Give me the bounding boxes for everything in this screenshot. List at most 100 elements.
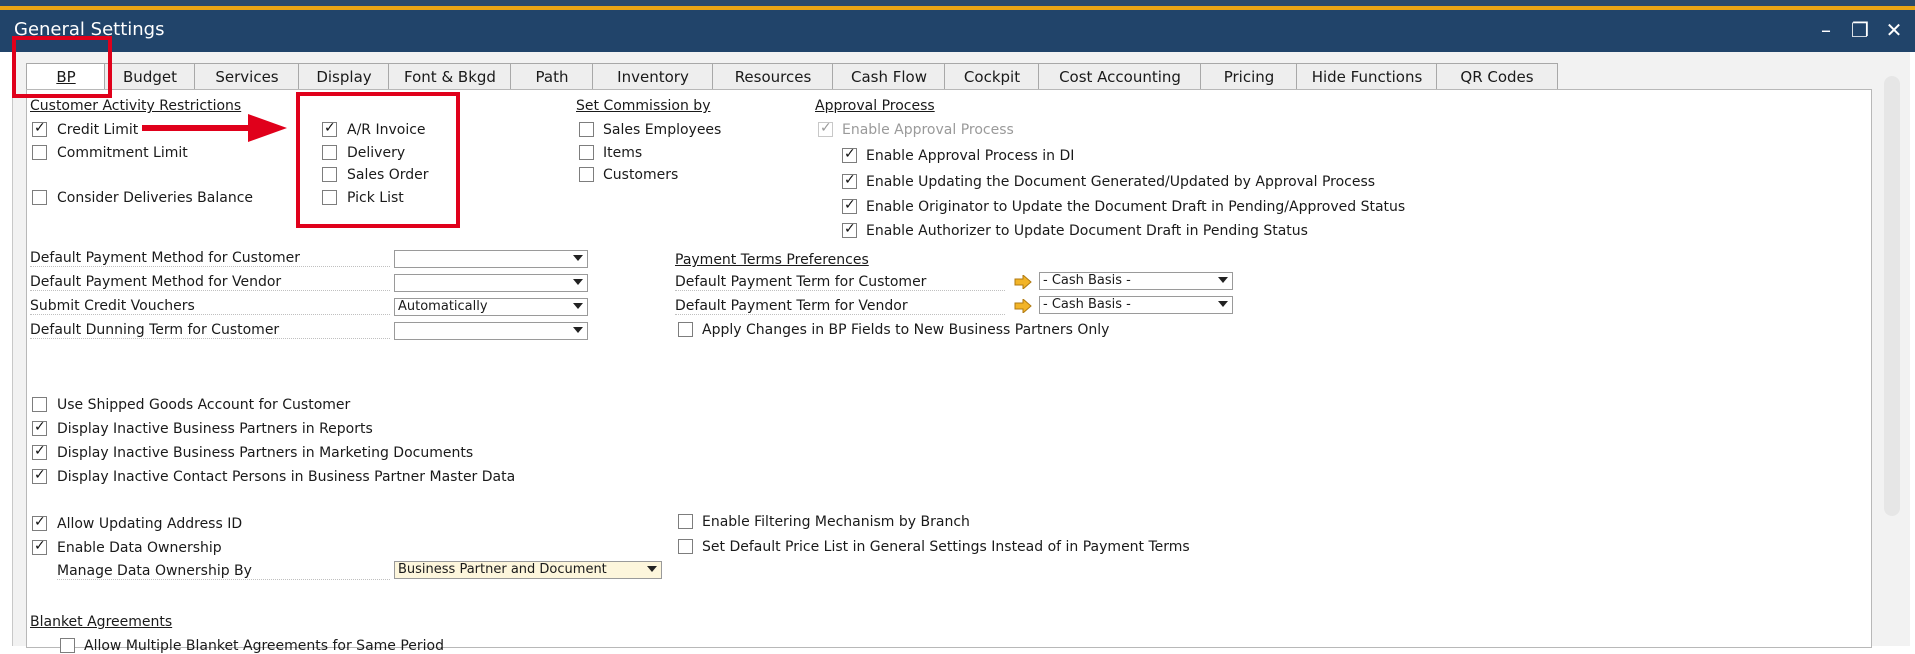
items-checkbox[interactable]: [579, 145, 594, 160]
payment-terms-heading: Payment Terms Preferences: [675, 252, 869, 268]
credit-vouchers-label: Submit Credit Vouchers: [30, 298, 390, 315]
vendor-payment-method-dropdown[interactable]: [394, 274, 588, 292]
tab-label: Pricing: [1223, 68, 1275, 86]
customer-payment-method-label: Default Payment Method for Customer: [30, 250, 390, 267]
documents-highlight-box: [296, 92, 460, 228]
inactive-contacts-label: Display Inactive Contact Persons in Busi…: [57, 469, 516, 485]
sales-employees-label: Sales Employees: [603, 122, 722, 138]
dunning-term-label: Default Dunning Term for Customer: [30, 322, 390, 339]
bp-tab-highlight-box: [12, 36, 112, 98]
data-ownership-checkbox[interactable]: [32, 538, 47, 555]
commitment-limit-label: Commitment Limit: [57, 145, 188, 161]
tab-hide-functions[interactable]: Hide Functions: [1296, 63, 1438, 90]
consider-deliveries-label: Consider Deliveries Balance: [57, 190, 254, 206]
tab-inventory[interactable]: Inventory: [592, 63, 714, 90]
authorizer-update-checkbox[interactable]: [842, 221, 857, 238]
tab-label: Resources: [734, 68, 812, 86]
tab-label: Display: [316, 68, 372, 86]
shipped-goods-label: Use Shipped Goods Account for Customer: [57, 397, 351, 413]
consider-deliveries-checkbox[interactable]: [32, 190, 47, 205]
authorizer-update-label: Enable Authorizer to Update Document Dra…: [866, 223, 1308, 239]
approval-di-label: Enable Approval Process in DI: [866, 148, 1075, 164]
updating-document-checkbox[interactable]: [842, 172, 857, 189]
tab-cockpit[interactable]: Cockpit: [944, 63, 1040, 90]
tab-services[interactable]: Services: [194, 63, 300, 90]
link-arrow-icon[interactable]: [1014, 299, 1032, 313]
tab-label: Budget: [123, 68, 177, 86]
tab-display[interactable]: Display: [298, 63, 390, 90]
link-arrow-icon[interactable]: [1014, 275, 1032, 289]
dunning-term-dropdown[interactable]: [394, 322, 588, 340]
filtering-branch-label: Enable Filtering Mechanism by Branch: [702, 514, 970, 530]
tab-path[interactable]: Path: [510, 63, 594, 90]
inactive-reports-label: Display Inactive Business Partners in Re…: [57, 421, 373, 437]
tab-label: Cost Accounting: [1059, 68, 1181, 86]
chevron-down-icon: [1218, 301, 1228, 307]
vendor-payment-method-label: Default Payment Method for Vendor: [30, 274, 390, 291]
sales-employees-checkbox[interactable]: [579, 122, 594, 137]
dropdown-value: - Cash Basis -: [1043, 273, 1131, 288]
dropdown-value: Business Partner and Document: [398, 562, 607, 577]
inactive-reports-checkbox[interactable]: [32, 419, 47, 436]
approval-heading: Approval Process: [815, 98, 935, 114]
tab-pricing[interactable]: Pricing: [1200, 63, 1298, 90]
customer-payment-term-dropdown[interactable]: - Cash Basis -: [1039, 272, 1233, 290]
chevron-down-icon: [1218, 277, 1228, 283]
customers-checkbox[interactable]: [579, 167, 594, 182]
credit-limit-label: Credit Limit: [57, 122, 139, 138]
dropdown-value: Automatically: [398, 299, 488, 314]
address-id-checkbox[interactable]: [32, 514, 47, 531]
originator-update-checkbox[interactable]: [842, 197, 857, 214]
multiple-blanket-label: Allow Multiple Blanket Agreements for Sa…: [84, 638, 445, 654]
default-price-list-checkbox[interactable]: [678, 539, 693, 554]
dropdown-value: - Cash Basis -: [1043, 297, 1131, 312]
red-pointer-arrow-icon: [142, 114, 287, 142]
customer-payment-term-label: Default Payment Term for Customer: [675, 274, 1005, 291]
tab-font-bkgd[interactable]: Font & Bkgd: [388, 63, 512, 90]
inactive-contacts-checkbox[interactable]: [32, 467, 47, 484]
tab-label: Hide Functions: [1311, 68, 1423, 86]
items-label: Items: [603, 145, 643, 161]
commitment-limit-checkbox[interactable]: [32, 145, 47, 160]
filtering-branch-checkbox[interactable]: [678, 514, 693, 529]
close-icon[interactable]: ✕: [1880, 16, 1908, 44]
chevron-down-icon: [647, 566, 657, 572]
credit-vouchers-dropdown[interactable]: Automatically: [394, 298, 588, 316]
restore-icon[interactable]: ❐: [1846, 16, 1874, 44]
tab-label: Services: [215, 68, 279, 86]
tab-label: Cash Flow: [851, 68, 927, 86]
chevron-down-icon: [573, 279, 583, 285]
tab-resources[interactable]: Resources: [712, 63, 834, 90]
updating-document-label: Enable Updating the Document Generated/U…: [866, 174, 1376, 190]
vendor-payment-term-label: Default Payment Term for Vendor: [675, 298, 1005, 315]
window-titlebar[interactable]: General Settings – ❐ ✕: [0, 10, 1915, 52]
inactive-marketing-label: Display Inactive Business Partners in Ma…: [57, 445, 474, 461]
tab-label: Cockpit: [963, 68, 1021, 86]
enable-approval-label: Enable Approval Process: [842, 122, 1014, 138]
enable-approval-checkbox: [818, 120, 833, 137]
default-price-list-label: Set Default Price List in General Settin…: [702, 539, 1190, 555]
vendor-payment-term-dropdown[interactable]: - Cash Basis -: [1039, 296, 1233, 314]
shipped-goods-checkbox[interactable]: [32, 397, 47, 412]
manage-ownership-dropdown[interactable]: Business Partner and Document: [394, 561, 662, 579]
credit-limit-checkbox[interactable]: [32, 120, 47, 137]
address-id-label: Allow Updating Address ID: [57, 516, 243, 532]
inactive-marketing-checkbox[interactable]: [32, 443, 47, 460]
manage-ownership-label: Manage Data Ownership By: [57, 563, 390, 580]
apply-changes-checkbox[interactable]: [678, 322, 693, 337]
approval-di-checkbox[interactable]: [842, 146, 857, 163]
customers-label: Customers: [603, 167, 679, 183]
tab-budget[interactable]: Budget: [104, 63, 196, 90]
commission-heading: Set Commission by: [576, 98, 711, 114]
blanket-agreements-heading: Blanket Agreements: [30, 614, 173, 630]
customer-payment-method-dropdown[interactable]: [394, 250, 588, 268]
chevron-down-icon: [573, 303, 583, 309]
tab-cash-flow[interactable]: Cash Flow: [832, 63, 946, 90]
chevron-down-icon: [573, 327, 583, 333]
vertical-scrollbar[interactable]: [1884, 76, 1900, 516]
minimize-icon[interactable]: –: [1812, 16, 1840, 44]
tab-label: Inventory: [617, 68, 689, 86]
tab-cost-accounting[interactable]: Cost Accounting: [1038, 63, 1202, 90]
tab-label: Path: [535, 68, 569, 86]
tab-qr-codes[interactable]: QR Codes: [1436, 63, 1558, 90]
